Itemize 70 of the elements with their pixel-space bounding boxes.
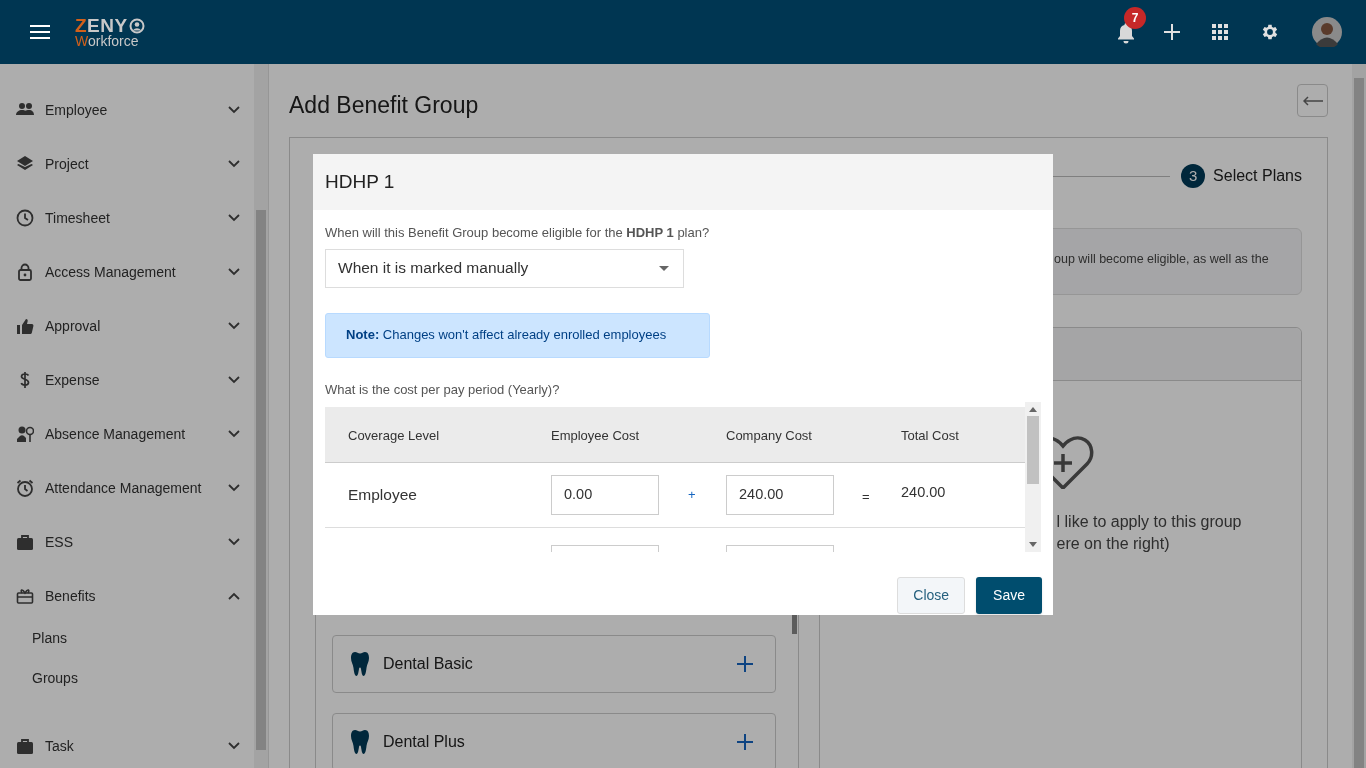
brand-tagline: Workforce	[75, 34, 140, 48]
plus-icon[interactable]	[1164, 24, 1180, 40]
empty-state-text: ere on the right)	[1056, 534, 1171, 554]
caret-down-icon	[659, 265, 669, 271]
add-plan-button[interactable]	[736, 734, 753, 750]
person-icon	[16, 425, 34, 443]
column-header: Company Cost	[726, 427, 812, 443]
column-header: Total Cost	[901, 427, 959, 443]
column-header: Employee Cost	[551, 427, 640, 443]
scrollbar-thumb[interactable]	[791, 614, 797, 634]
gift-icon	[16, 587, 34, 605]
cost-input[interactable]	[551, 545, 659, 552]
person-circle-icon	[128, 17, 145, 34]
briefcase-icon	[16, 533, 34, 551]
back-button[interactable]	[1297, 84, 1328, 117]
brand-name: ZENY	[75, 16, 128, 35]
save-button[interactable]: Save	[976, 577, 1042, 614]
step-label: Select Plans	[1213, 166, 1302, 186]
eligibility-dropdown[interactable]: When it is marked manually	[325, 248, 684, 288]
step-number: 3	[1181, 164, 1206, 188]
plus-icon	[736, 734, 753, 750]
sidebar-item[interactable]: ESS	[0, 515, 254, 569]
thumbs-up-icon	[16, 317, 34, 335]
lock-icon	[16, 263, 34, 281]
sidebar-item[interactable]: Timesheet	[0, 191, 254, 245]
plan-name: Dental Basic	[383, 654, 474, 674]
cost-label: What is the cost per pay period (Yearly)?	[325, 380, 561, 399]
notification-badge: 7	[1124, 7, 1146, 29]
settings-icon[interactable]	[1260, 22, 1280, 42]
modal-title: HDHP 1	[325, 169, 395, 194]
cost-input[interactable]: 240.00	[726, 475, 834, 515]
cost-input[interactable]: 0.00	[551, 475, 659, 515]
table-cell: Employee	[348, 486, 417, 503]
menu-icon[interactable]	[30, 25, 50, 39]
sidebar-item[interactable]: Employee	[0, 83, 254, 137]
question-label: When will this Benefit Group become eligible for the HDHP 1 plan?	[325, 224, 711, 242]
sidebar-item[interactable]: Approval	[0, 299, 254, 353]
sidebar-item[interactable]: Attendance Management	[0, 461, 254, 515]
plan-name: Dental Plus	[383, 732, 466, 752]
layers-icon	[16, 155, 34, 173]
sidebar-subitem[interactable]: Groups	[0, 658, 254, 698]
clock-icon	[16, 209, 34, 227]
scroll-down-arrow-icon[interactable]	[1029, 542, 1037, 547]
plus-sign: +	[688, 486, 696, 505]
user-avatar[interactable]	[1312, 17, 1342, 47]
plus-icon	[736, 656, 753, 672]
table-scrollbar[interactable]	[1025, 402, 1041, 552]
cost-input[interactable]	[726, 545, 834, 552]
briefcase-icon	[16, 737, 34, 755]
page-title: Add Benefit Group	[289, 91, 479, 120]
info-text: oup will become eligible, as well as the	[1054, 252, 1269, 266]
bell-icon	[1116, 22, 1136, 44]
add-plan-button[interactable]	[736, 656, 753, 672]
note-text: Note: Changes won't affect already enrolled employees	[346, 326, 667, 345]
sidebar-item[interactable]: Absence Management	[0, 407, 254, 461]
column-header: Coverage Level	[348, 427, 440, 443]
alarm-clock-icon	[16, 479, 34, 497]
table-cell: 240.00	[901, 484, 946, 500]
sidebar-item[interactable]: Expense	[0, 353, 254, 407]
sidebar-item[interactable]: Task	[0, 719, 254, 768]
close-button[interactable]: Close	[897, 577, 966, 614]
sidebar-item[interactable]: Project	[0, 137, 254, 191]
equals-sign: =	[862, 488, 870, 507]
tooth-icon	[351, 651, 369, 677]
arrow-left-icon	[1302, 95, 1323, 106]
empty-state-text: l like to apply to this group	[1056, 512, 1243, 532]
scroll-up-arrow-icon[interactable]	[1029, 407, 1037, 412]
tooth-icon	[351, 729, 369, 755]
sidebar-item[interactable]: Access Management	[0, 245, 254, 299]
apps-grid-icon[interactable]	[1212, 24, 1228, 40]
